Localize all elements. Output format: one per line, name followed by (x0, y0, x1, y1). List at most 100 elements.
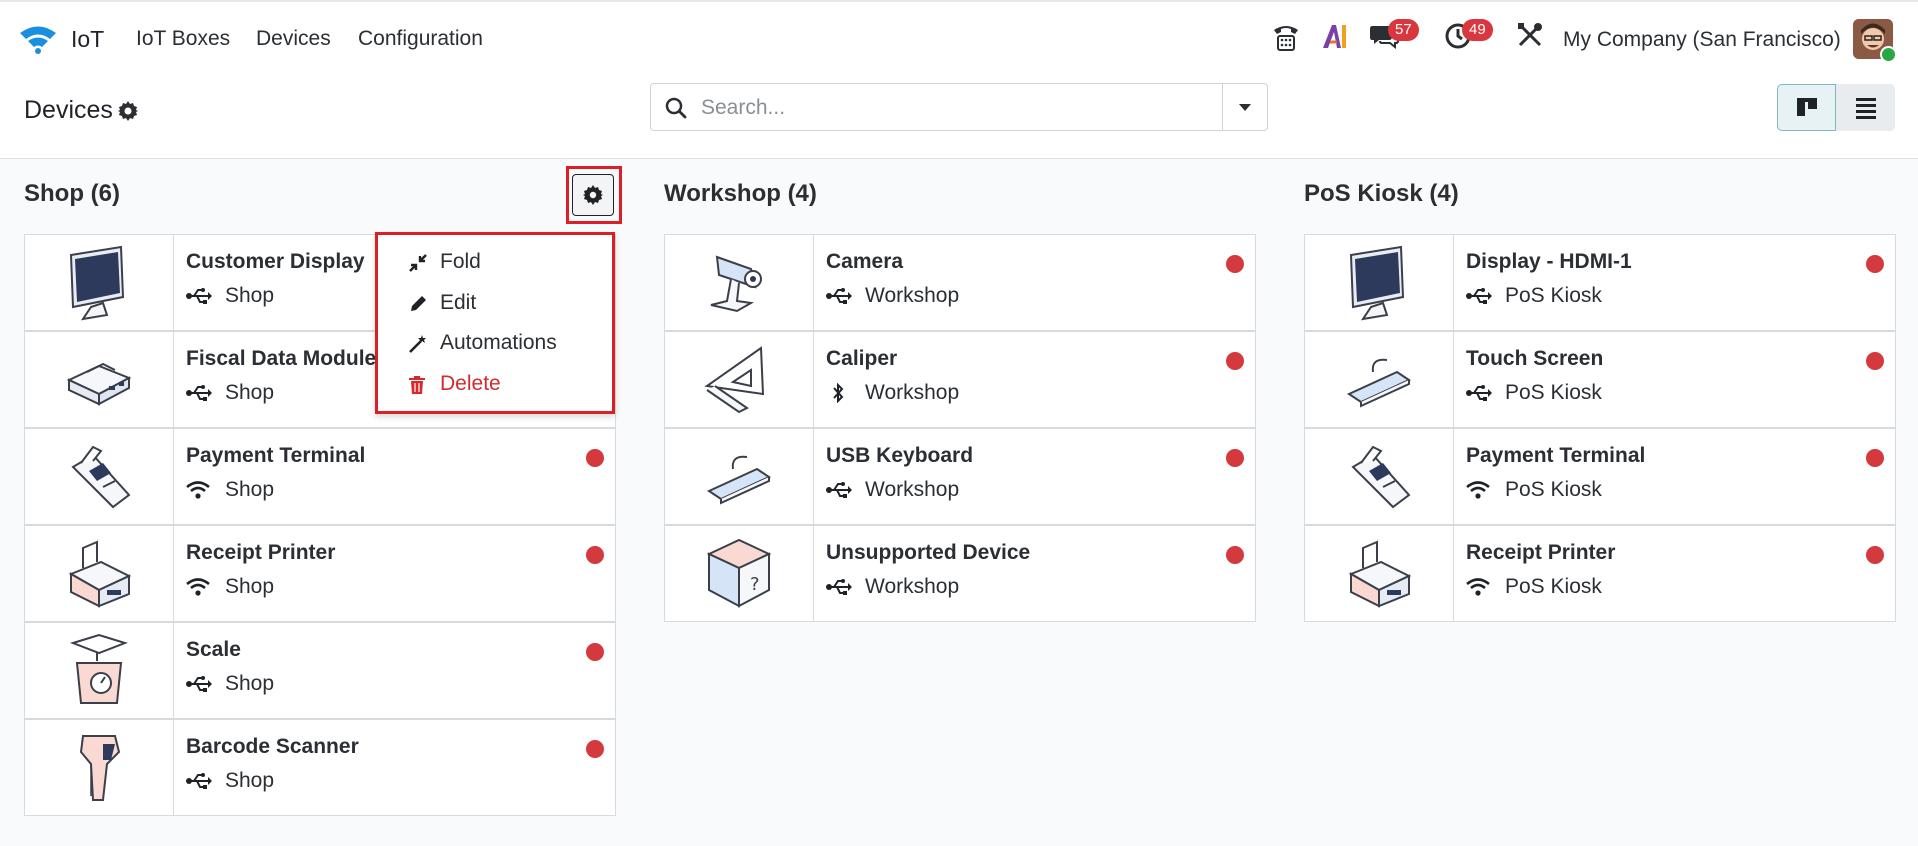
usb-icon (826, 286, 852, 312)
device-name: Payment Terminal (1466, 444, 1646, 467)
usb-icon (826, 577, 852, 603)
gear-icon (583, 185, 603, 205)
monitor-icon (25, 235, 174, 330)
activities-badge[interactable]: 49 (1462, 19, 1493, 41)
camera-icon (665, 235, 814, 330)
list-view-button[interactable] (1836, 84, 1895, 131)
company-switcher[interactable]: My Company (San Francisco) (1563, 28, 1841, 52)
device-card[interactable]: Scale Shop (24, 622, 616, 719)
magic-wand-icon (408, 334, 428, 360)
search-input[interactable] (699, 92, 1203, 124)
status-dot (1226, 449, 1244, 467)
usb-icon (186, 286, 212, 312)
status-dot (1226, 352, 1244, 370)
device-name: Display - HDMI-1 (1466, 250, 1632, 273)
receipt-printer-icon (25, 526, 174, 621)
tools-icon[interactable] (1517, 22, 1543, 53)
search-icon (665, 97, 687, 124)
device-card[interactable]: Camera Workshop (664, 234, 1256, 331)
usb-icon (826, 480, 852, 506)
online-status-dot (1880, 46, 1897, 63)
bluetooth-icon (826, 382, 850, 409)
search-bar (650, 83, 1268, 131)
device-card[interactable]: Barcode Scanner Shop (24, 719, 616, 816)
device-card[interactable]: Receipt Printer Shop (24, 525, 616, 622)
status-dot (1866, 449, 1884, 467)
compress-icon (408, 253, 428, 279)
device-name: Caliper (826, 347, 898, 370)
nav-configuration[interactable]: Configuration (358, 27, 483, 51)
app-name[interactable]: IoT (71, 26, 104, 53)
kanban-view-button[interactable] (1777, 84, 1836, 131)
device-location: Shop (225, 575, 275, 598)
device-name: Payment Terminal (186, 444, 366, 467)
svg-text:?: ? (750, 574, 760, 595)
usb-icon (186, 383, 212, 409)
messages-badge[interactable]: 57 (1388, 19, 1419, 41)
status-dot (586, 546, 604, 564)
device-location: Workshop (865, 284, 960, 307)
device-card[interactable]: ? Unsupported Device Workshop (664, 525, 1256, 622)
status-dot (1866, 546, 1884, 564)
wifi-icon (186, 577, 210, 603)
device-name: Scale (186, 638, 241, 661)
device-location: Shop (225, 769, 275, 792)
device-name: Customer Display (186, 250, 365, 273)
device-card[interactable]: USB Keyboard Workshop (664, 428, 1256, 525)
device-name: USB Keyboard (826, 444, 974, 467)
usb-icon (1466, 383, 1492, 409)
wifi-icon (186, 480, 210, 506)
nav-iot-boxes[interactable]: IoT Boxes (136, 27, 230, 51)
scale-icon (25, 623, 174, 718)
keyboard-icon (665, 429, 814, 524)
receipt-printer-icon (1305, 526, 1454, 621)
search-options-toggle[interactable] (1222, 84, 1267, 130)
device-card[interactable]: Caliper Workshop (664, 331, 1256, 428)
column-settings-button[interactable] (572, 174, 614, 216)
barcode-scanner-icon (25, 720, 174, 815)
usb-icon (186, 674, 212, 700)
column-dropdown-menu: Fold Edit Automations Delete (375, 232, 615, 414)
phone-icon[interactable] (1272, 22, 1300, 57)
wifi-icon (1466, 577, 1490, 603)
actions-gear-icon[interactable] (117, 100, 139, 127)
status-dot (1226, 546, 1244, 564)
status-dot (586, 449, 604, 467)
device-card[interactable]: Display - HDMI-1 PoS Kiosk (1304, 234, 1896, 331)
device-name: Receipt Printer (1466, 541, 1616, 564)
column-title-shop[interactable]: Shop (6) (24, 180, 120, 208)
device-card[interactable]: Receipt Printer PoS Kiosk (1304, 525, 1896, 622)
usb-icon (186, 771, 212, 797)
device-location: Shop (225, 284, 275, 307)
device-location: Workshop (865, 381, 960, 404)
device-name: Barcode Scanner (186, 735, 359, 758)
ai-icon[interactable] (1321, 22, 1349, 55)
iot-logo-icon[interactable] (18, 24, 58, 59)
device-location: Workshop (865, 575, 960, 598)
control-panel: Devices (0, 78, 1918, 159)
wifi-icon (1466, 480, 1490, 506)
device-location: Shop (225, 672, 275, 695)
status-dot (1866, 255, 1884, 273)
menu-item-label: Automations (440, 331, 557, 354)
device-location: PoS Kiosk (1505, 381, 1602, 404)
status-dot (586, 643, 604, 661)
device-location: PoS Kiosk (1505, 284, 1602, 307)
unsupported-device-icon: ? (665, 526, 814, 621)
column-title-pos-kiosk[interactable]: PoS Kiosk (4) (1304, 180, 1459, 208)
top-navbar: IoT IoT Boxes Devices Configuration 57 4… (0, 0, 1918, 78)
column-title-workshop[interactable]: Workshop (4) (664, 180, 817, 208)
device-card[interactable]: Payment Terminal PoS Kiosk (1304, 428, 1896, 525)
pencil-icon (408, 294, 428, 320)
device-location: Shop (225, 478, 275, 501)
device-card[interactable]: Payment Terminal Shop (24, 428, 616, 525)
device-name: Fiscal Data Module (186, 347, 377, 370)
device-location: Shop (225, 381, 275, 404)
nav-devices[interactable]: Devices (256, 27, 331, 51)
device-name: Touch Screen (1466, 347, 1604, 370)
menu-item-label: Delete (440, 372, 501, 395)
payment-terminal-icon (25, 429, 174, 524)
device-card[interactable]: Touch Screen PoS Kiosk (1304, 331, 1896, 428)
monitor-icon (1305, 235, 1454, 330)
device-name: Unsupported Device (826, 541, 1031, 564)
